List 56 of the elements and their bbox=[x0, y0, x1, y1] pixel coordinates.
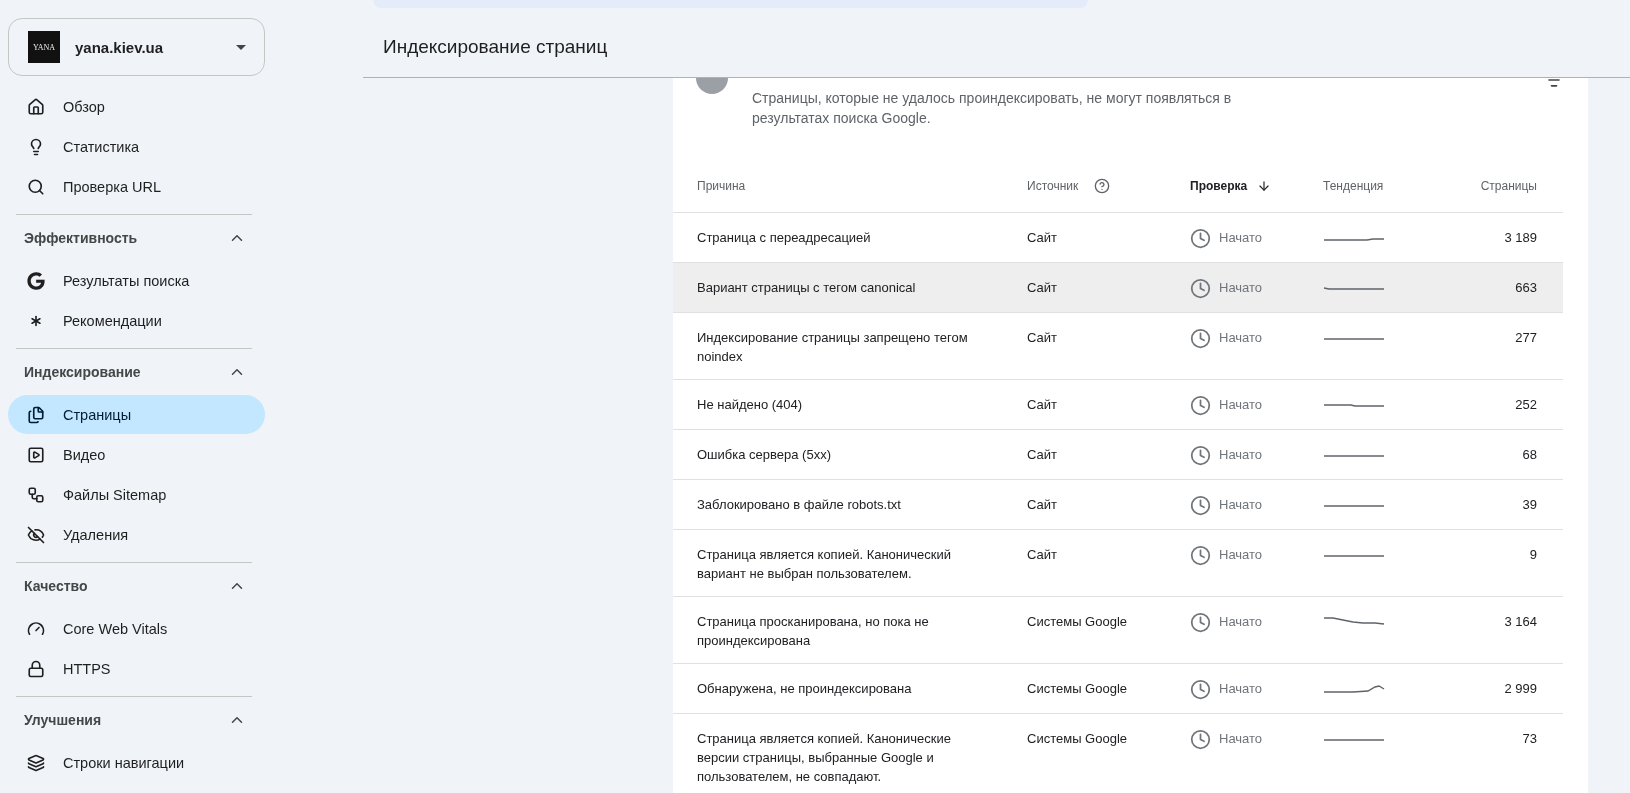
status-cell: Начато bbox=[1190, 263, 1323, 313]
dropdown-caret-icon bbox=[236, 44, 246, 50]
sidebar-item-icon bbox=[27, 445, 45, 464]
sparkline bbox=[1323, 555, 1385, 557]
sidebar-item[interactable]: Страницы bbox=[8, 395, 265, 434]
clock-icon bbox=[1190, 228, 1211, 249]
clock-icon bbox=[1190, 729, 1211, 750]
sidebar-item[interactable]: HTTPS bbox=[8, 649, 265, 688]
card-description: Страницы, которые не удалось проиндексировать, не могут появляться в результатах поиска Google. bbox=[752, 89, 1233, 128]
sidebar-section-header[interactable]: Эффективность bbox=[16, 215, 252, 261]
sidebar-item-icon bbox=[27, 485, 45, 504]
sparkline bbox=[1323, 287, 1385, 290]
sidebar-item-icon bbox=[27, 753, 45, 772]
sidebar-item[interactable]: Core Web Vitals bbox=[8, 609, 265, 648]
sidebar-section-header[interactable]: Индексирование bbox=[16, 349, 252, 395]
sidebar-item[interactable]: Удаления bbox=[8, 515, 265, 554]
clock-icon bbox=[1190, 545, 1211, 566]
table-cell: 663 bbox=[1433, 263, 1563, 313]
site-logo: YANA bbox=[28, 31, 60, 63]
sparkline bbox=[1323, 739, 1385, 741]
sparkline bbox=[1323, 617, 1385, 625]
sidebar-item[interactable]: Проверка URL bbox=[8, 167, 265, 206]
sparkline bbox=[1323, 505, 1385, 507]
property-selector[interactable]: YANA yana.kiev.ua bbox=[8, 18, 265, 76]
sidebar-item[interactable]: Обзор bbox=[8, 87, 265, 126]
sidebar-item[interactable]: Рекомендации bbox=[8, 301, 265, 340]
sidebar-item-icon bbox=[27, 177, 45, 196]
sparkline bbox=[1323, 238, 1385, 241]
clock-icon bbox=[1190, 445, 1211, 466]
clock-icon bbox=[1190, 495, 1211, 516]
sidebar-item[interactable]: Файлы Sitemap bbox=[8, 475, 265, 514]
clock-icon bbox=[1190, 612, 1211, 633]
sparkline bbox=[1323, 455, 1385, 457]
help-icon[interactable] bbox=[1094, 178, 1111, 194]
sidebar-item[interactable]: Строки навигации bbox=[8, 743, 265, 782]
sidebar-item[interactable]: Видео bbox=[8, 435, 265, 474]
sparkline bbox=[1323, 338, 1385, 340]
sparkline bbox=[1323, 404, 1385, 407]
sidebar-item-icon bbox=[27, 271, 45, 290]
sidebar-item[interactable]: Статистика bbox=[8, 127, 265, 166]
page-title: Индексирование страниц bbox=[383, 36, 609, 58]
clock-icon bbox=[1190, 395, 1211, 416]
sidebar-item-icon bbox=[27, 525, 45, 544]
sidebar-section-header[interactable]: Улучшения bbox=[16, 697, 252, 743]
clock-icon bbox=[1190, 679, 1211, 700]
sidebar-item-icon bbox=[27, 97, 45, 116]
table-cell: Вариант страницы с тегом canonical bbox=[673, 263, 1027, 313]
table-cell: Сайт bbox=[1027, 263, 1190, 313]
sidebar-item[interactable]: Результаты поиска bbox=[8, 261, 265, 300]
sidebar-section-header[interactable]: Качество bbox=[16, 563, 252, 609]
sidebar-item-icon bbox=[27, 659, 45, 678]
clock-icon bbox=[1190, 278, 1211, 299]
sidebar-item-icon bbox=[27, 619, 45, 638]
sparkline bbox=[1323, 685, 1385, 693]
sidebar-item-icon bbox=[27, 405, 45, 424]
clock-icon bbox=[1190, 328, 1211, 349]
